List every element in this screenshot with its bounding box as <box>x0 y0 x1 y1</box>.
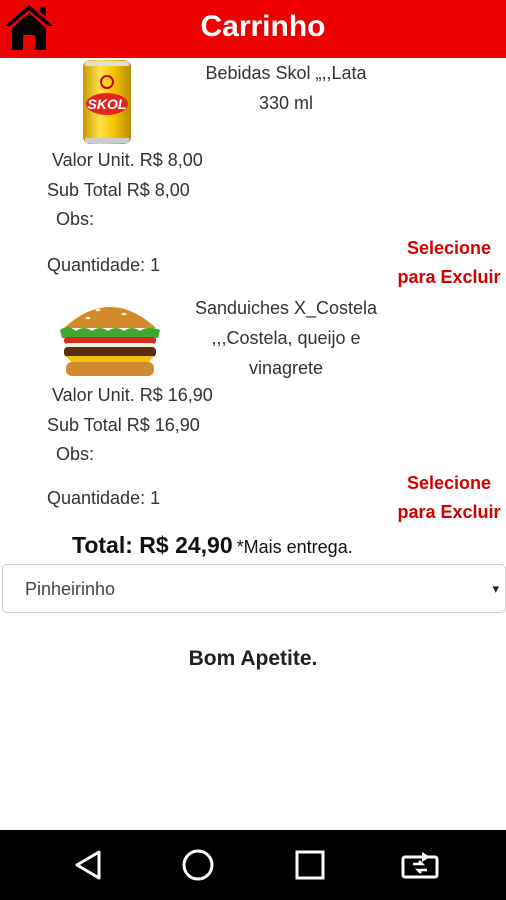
nav-home-button[interactable] <box>158 830 238 900</box>
nav-recents-button[interactable] <box>270 830 350 900</box>
neighborhood-select[interactable]: Pinheirinho ▾ <box>2 564 506 613</box>
item-name: Bebidas Skol „,,Lata 330 ml <box>205 63 367 113</box>
delivery-note: *Mais entrega. <box>236 537 353 557</box>
item-quantity[interactable]: Quantidade: 1 <box>47 255 160 276</box>
footer-message: Bom Apetite. <box>188 647 318 670</box>
home-circle-icon <box>182 849 214 881</box>
item-name: Sanduiches X_Costela ,,,Costela, queijo … <box>194 298 378 378</box>
nav-back-button[interactable] <box>48 830 128 900</box>
app-header: Carrinho <box>0 0 506 58</box>
total-amount: Total: R$ 24,90 <box>72 532 233 558</box>
select-value: Pinheirinho <box>25 579 116 599</box>
item-unit-price: Valor Unit. R$ 16,90 <box>52 385 213 405</box>
item-unit-price: Valor Unit. R$ 8,00 <box>52 150 203 170</box>
item-obs[interactable]: Obs: <box>56 209 94 230</box>
page-title: Carrinho <box>200 10 326 43</box>
nav-rotate-button[interactable] <box>380 830 460 900</box>
item-subtotal: Sub Total R$ 16,90 <box>47 415 200 435</box>
rotate-icon <box>401 852 439 879</box>
cart-total: Total: R$ 24,90 *Mais entrega. <box>72 532 353 559</box>
item-quantity[interactable]: Quantidade: 1 <box>47 488 160 509</box>
svg-text:SKOL: SKOL <box>88 96 127 112</box>
chevron-down-icon: ▾ <box>492 581 499 596</box>
item-subtotal: Sub Total R$ 8,00 <box>47 180 190 200</box>
burger-image <box>60 304 160 376</box>
delete-item-button[interactable]: Selecione para Excluir <box>395 234 503 292</box>
delete-item-button[interactable]: Selecione para Excluir <box>395 469 503 527</box>
item-obs[interactable]: Obs: <box>56 444 94 465</box>
recents-icon <box>295 850 325 880</box>
beer-can-image: SKOL <box>83 60 131 144</box>
system-nav-bar <box>0 830 506 900</box>
back-icon <box>75 850 101 880</box>
